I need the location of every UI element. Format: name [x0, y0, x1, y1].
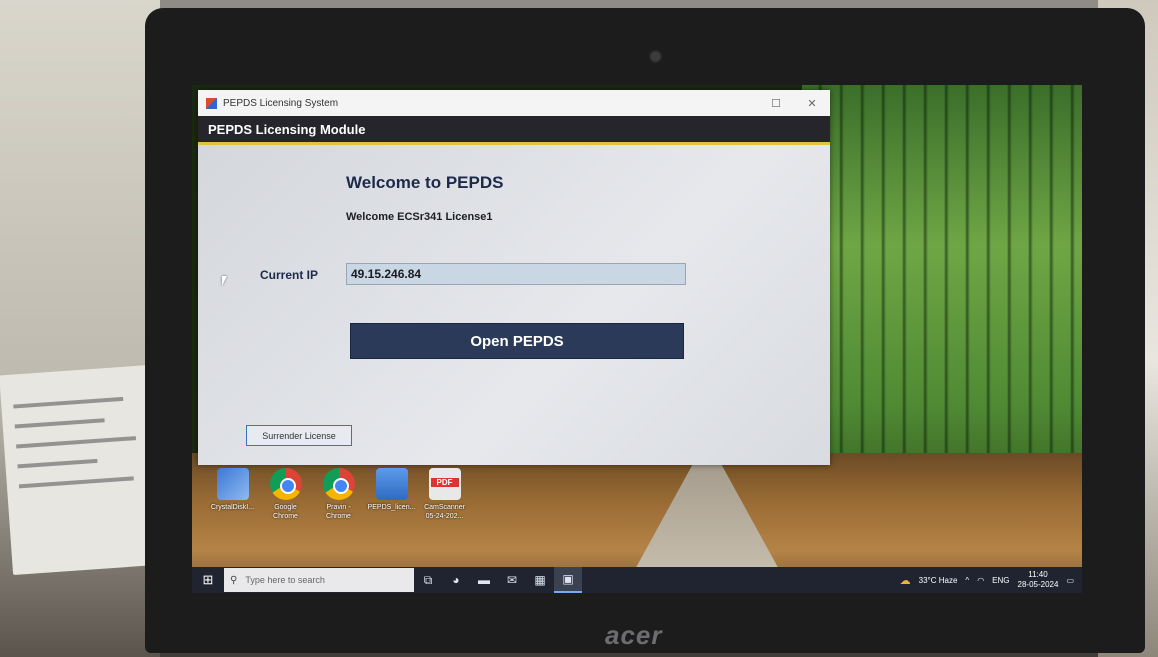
notification-icon[interactable]: ▭: [1066, 576, 1074, 585]
maximize-icon[interactable]: ☐: [758, 97, 794, 110]
desktop-icon-pepds-shortcut[interactable]: PEPDS_licen...: [365, 468, 418, 521]
weather-text[interactable]: 33°C Haze: [919, 576, 958, 585]
desktop-icon-crystaldisk[interactable]: CrystalDiskI...: [206, 468, 259, 521]
tray-chevron-icon[interactable]: ^: [965, 576, 969, 585]
taskbar-search[interactable]: ⚲ Type here to search: [224, 568, 414, 592]
desktop-icons: CrystalDiskI... Google Chrome Pravin - C…: [206, 468, 471, 521]
licensing-window: PEPDS Licensing System ☐ ✕ PEPDS Licensi…: [198, 90, 830, 465]
taskbar: ⊞ ⚲ Type here to search ⧉ ◕ ▬ ✉ ▦ ▣ ☁ 33…: [192, 567, 1082, 593]
window-title: PEPDS Licensing System: [223, 97, 339, 109]
laptop-brand-logo: acer: [605, 620, 663, 650]
close-icon[interactable]: ✕: [794, 97, 830, 110]
file-explorer-icon[interactable]: ▬: [470, 567, 498, 593]
search-placeholder: Type here to search: [245, 575, 325, 585]
app-logo-icon: [206, 97, 217, 109]
surrender-license-button[interactable]: Surrender License: [246, 425, 352, 446]
desktop-icon-chrome[interactable]: Google Chrome: [259, 468, 312, 521]
current-ip-field[interactable]: 49.15.246.84: [346, 263, 686, 285]
mail-icon[interactable]: ✉: [498, 567, 526, 593]
search-icon: ⚲: [230, 574, 238, 586]
page-title: Welcome to PEPDS: [346, 173, 504, 192]
window-controls: ☐ ✕: [758, 97, 830, 110]
pepds-shortcut-icon: [375, 468, 408, 500]
clock[interactable]: 11:40 28-05-2024: [1018, 570, 1059, 590]
system-tray: ☁ 33°C Haze ^ ◠ ENG 11:40 28-05-2024 ▭: [892, 570, 1082, 590]
module-header: PEPDS Licensing Module: [198, 116, 830, 142]
paper-document: [0, 365, 163, 575]
crystaldisk-icon: [216, 468, 249, 500]
desktop-icon-chrome-profile[interactable]: Pravin - Chrome: [312, 468, 365, 521]
welcome-user-label: Welcome ECSr341 License1: [346, 211, 493, 223]
main-panel: Welcome to PEPDS Welcome ECSr341 License…: [198, 145, 830, 465]
chrome-icon: [269, 468, 302, 500]
chrome-profile-icon: [322, 468, 355, 500]
task-view-icon[interactable]: ⧉: [414, 567, 442, 593]
pdf-icon: [428, 468, 461, 500]
network-icon[interactable]: ◠: [977, 576, 984, 585]
language-indicator[interactable]: ENG: [992, 576, 1009, 585]
pepds-app-icon[interactable]: ▣: [554, 567, 582, 593]
edge-icon[interactable]: ◕: [442, 567, 470, 593]
clock-date: 28-05-2024: [1017, 580, 1059, 589]
open-pepds-button[interactable]: Open PEPDS: [350, 323, 684, 359]
laptop-screen: PEPDS Licensing System ☐ ✕ PEPDS Licensi…: [192, 85, 1082, 593]
current-ip-label: Current IP: [260, 268, 319, 282]
window-titlebar[interactable]: PEPDS Licensing System ☐ ✕: [198, 90, 830, 116]
store-icon[interactable]: ▦: [526, 567, 554, 593]
start-button[interactable]: ⊞: [192, 567, 224, 593]
desktop-icon-camscanner[interactable]: CamScanner 05-24-202...: [418, 468, 471, 521]
mouse-cursor-icon: [222, 276, 227, 286]
webcam: [651, 52, 660, 61]
clock-time: 11:40: [1028, 570, 1048, 579]
weather-icon: ☁: [899, 574, 911, 587]
